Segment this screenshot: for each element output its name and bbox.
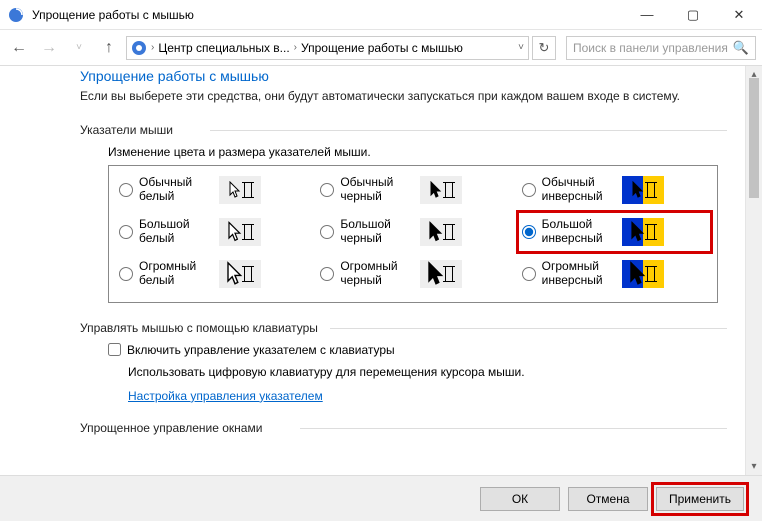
search-icon: 🔍 [733, 40, 749, 56]
mousekeys-settings-link[interactable]: Настройка управления указателем [128, 389, 727, 403]
cursor-preview [622, 260, 664, 288]
scroll-thumb[interactable] [749, 78, 759, 198]
pointer-option-black-large[interactable]: Большой черный [318, 214, 507, 250]
pointer-option-white-huge[interactable]: Огромный белый [117, 256, 306, 292]
radio-black-large[interactable] [320, 225, 334, 239]
section-window-management: Упрощенное управление окнами [80, 421, 727, 435]
mousekeys-checkbox[interactable] [108, 343, 121, 356]
control-panel-icon [131, 40, 147, 56]
scroll-down-arrow[interactable]: ▾ [746, 458, 762, 475]
search-placeholder: Поиск в панели управления [573, 41, 728, 55]
section-keyboard-mouse: Управлять мышью с помощью клавиатуры [80, 321, 727, 335]
back-button[interactable]: ← [6, 35, 32, 61]
pointers-caption: Изменение цвета и размера указателей мыш… [108, 145, 727, 159]
mousekeys-checkbox-row[interactable]: Включить управление указателем с клавиат… [108, 343, 727, 357]
cursor-preview [420, 260, 462, 288]
forward-button[interactable]: → [36, 35, 62, 61]
cursor-preview [420, 218, 462, 246]
app-icon [8, 7, 24, 23]
radio-white-huge[interactable] [119, 267, 133, 281]
vertical-scrollbar[interactable]: ▴ ▾ [745, 66, 762, 475]
page-description: Если вы выберете эти средства, они будут… [80, 88, 727, 105]
cursor-preview [219, 176, 261, 204]
radio-white-large[interactable] [119, 225, 133, 239]
dialog-footer: ОК Отмена Применить [0, 475, 762, 521]
cursor-preview [622, 176, 664, 204]
radio-black-huge[interactable] [320, 267, 334, 281]
pointer-option-inverse-large[interactable]: Большой инверсный [520, 214, 709, 250]
up-button[interactable]: ↑ [96, 35, 122, 61]
cursor-preview [219, 260, 261, 288]
pointer-option-black-huge[interactable]: Огромный черный [318, 256, 507, 292]
radio-inverse-huge[interactable] [522, 267, 536, 281]
chevron-right-icon: › [151, 42, 154, 53]
window-title: Упрощение работы с мышью [32, 8, 624, 22]
radio-white-normal[interactable] [119, 183, 133, 197]
breadcrumb-parent[interactable]: Центр специальных в... [158, 41, 289, 55]
maximize-button[interactable]: ▢ [670, 0, 716, 29]
pointer-option-white-large[interactable]: Большой белый [117, 214, 306, 250]
section-pointers: Указатели мыши [80, 123, 727, 137]
radio-black-normal[interactable] [320, 183, 334, 197]
apply-button[interactable]: Применить [656, 487, 744, 511]
nav-toolbar: ← → ˅ ↑ › Центр специальных в... › Упрощ… [0, 30, 762, 66]
cancel-button[interactable]: Отмена [568, 487, 648, 511]
mousekeys-label: Включить управление указателем с клавиат… [127, 343, 395, 357]
breadcrumb-current[interactable]: Упрощение работы с мышью [301, 41, 463, 55]
search-input[interactable]: Поиск в панели управления 🔍 [566, 36, 756, 60]
cursor-preview [622, 218, 664, 246]
title-bar: Упрощение работы с мышью — ▢ ✕ [0, 0, 762, 30]
breadcrumb[interactable]: › Центр специальных в... › Упрощение раб… [126, 36, 529, 60]
cursor-preview [420, 176, 462, 204]
pointer-option-inverse-huge[interactable]: Огромный инверсный [520, 256, 709, 292]
pointer-options-group: Обычный белый Обычный черный Обычный инв… [108, 165, 718, 303]
refresh-button[interactable]: ↻ [532, 36, 556, 60]
ok-button[interactable]: ОК [480, 487, 560, 511]
page-heading: Упрощение работы с мышью [80, 68, 727, 84]
radio-inverse-normal[interactable] [522, 183, 536, 197]
cursor-preview [219, 218, 261, 246]
minimize-button[interactable]: — [624, 0, 670, 29]
pointer-option-black-normal[interactable]: Обычный черный [318, 172, 507, 208]
mousekeys-description: Использовать цифровую клавиатуру для пер… [128, 365, 727, 379]
chevron-right-icon: › [294, 42, 297, 53]
pointer-option-inverse-normal[interactable]: Обычный инверсный [520, 172, 709, 208]
close-button[interactable]: ✕ [716, 0, 762, 29]
recent-dropdown[interactable]: ˅ [66, 35, 92, 61]
radio-inverse-large[interactable] [522, 225, 536, 239]
pointer-option-white-normal[interactable]: Обычный белый [117, 172, 306, 208]
content-pane: Упрощение работы с мышью Если вы выберет… [0, 66, 745, 475]
chevron-down-icon[interactable]: ˅ [518, 42, 524, 53]
